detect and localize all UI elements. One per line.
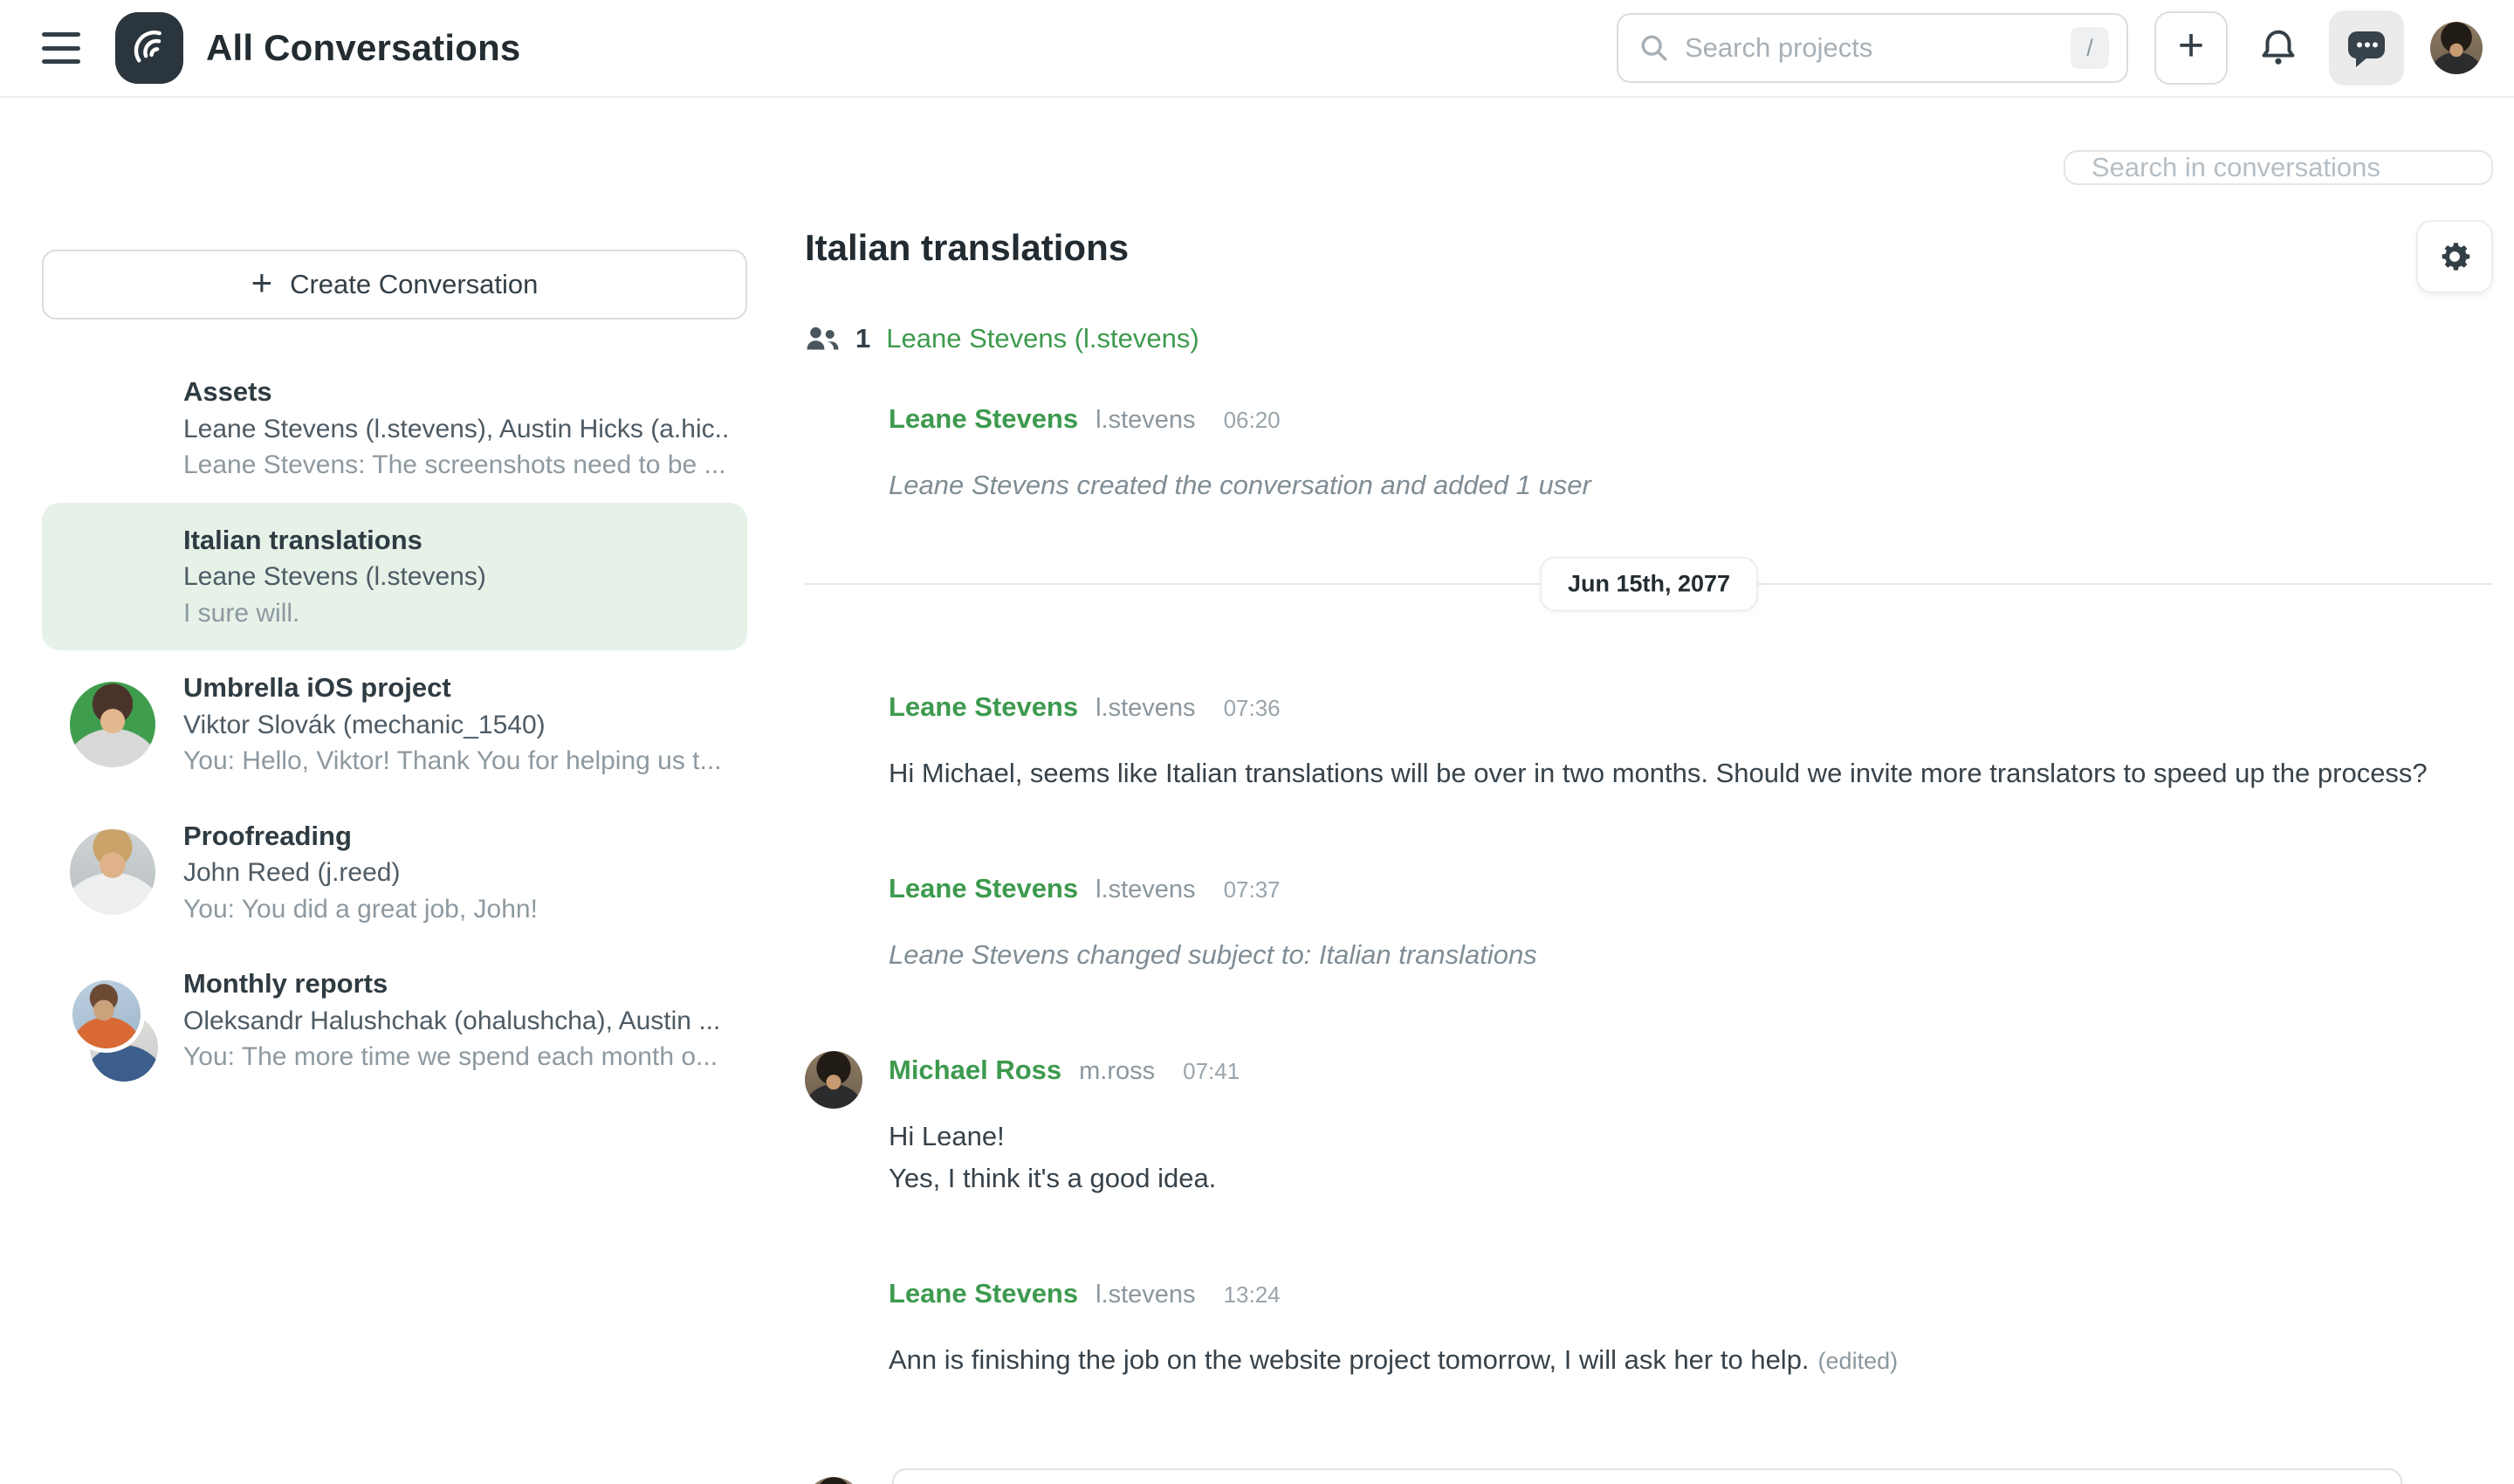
app-logo[interactable]: [115, 12, 183, 84]
chat-message: Leane Stevens l.stevens 06:20 Leane Stev…: [805, 400, 2493, 506]
message-avatar: [805, 1051, 862, 1109]
conversation-list-item[interactable]: Italian translations Leane Stevens (l.st…: [42, 503, 747, 651]
message-feed: Leane Stevens l.stevens 06:20 Leane Stev…: [805, 400, 2493, 1456]
search-in-conversations-input[interactable]: [2064, 150, 2493, 185]
conversation-participants: Viktor Slovák (mechanic_1540): [183, 707, 730, 743]
message-composer: [805, 1468, 2493, 1484]
conversation-last-message: Leane Stevens: The screenshots need to b…: [183, 447, 730, 483]
message-time: 06:20: [1224, 407, 1281, 434]
conversation-participants: Leane Stevens (l.stevens), Austin Hicks …: [183, 411, 730, 447]
page-title: All Conversations: [206, 27, 520, 69]
chat-bubble-icon[interactable]: [2329, 10, 2404, 86]
message-time: 07:36: [1224, 695, 1281, 722]
message-author-link[interactable]: Leane Stevens: [889, 1278, 1078, 1309]
chat-message: Michael Ross m.ross 07:41 Hi Leane!Yes, …: [805, 1051, 2493, 1199]
message-text: Hi Leane!: [889, 1116, 1240, 1158]
message-avatar: [805, 869, 862, 927]
message-text: Hi Michael, seems like Italian translati…: [889, 752, 2428, 794]
message-avatar: [805, 1274, 862, 1332]
keyboard-shortcut-hint: /: [2071, 27, 2109, 69]
people-icon: [805, 326, 840, 352]
chat-message: Leane Stevens l.stevens 07:36 Hi Michael…: [805, 688, 2493, 794]
conversations-sidebar: + Create Conversation Assets Leane Steve…: [0, 98, 747, 1484]
message-username: m.ross: [1079, 1057, 1155, 1086]
search-input[interactable]: [1685, 32, 2071, 64]
conversation-list-item[interactable]: Assets Leane Stevens (l.stevens), Austin…: [42, 354, 747, 503]
message-author-link[interactable]: Leane Stevens: [889, 873, 1078, 904]
send-arrow-icon[interactable]: [2432, 1468, 2493, 1484]
participant-link[interactable]: Leane Stevens (l.stevens): [886, 323, 1199, 354]
conversation-last-message: You: Hello, Viktor! Thank You for helpin…: [183, 743, 730, 779]
message-author-link[interactable]: Leane Stevens: [889, 403, 1078, 435]
message-author-link[interactable]: Leane Stevens: [889, 691, 1078, 723]
create-conversation-button[interactable]: + Create Conversation: [42, 250, 747, 319]
conversation-last-message: I sure will.: [183, 595, 730, 631]
participants-row: 1 Leane Stevens (l.stevens): [805, 323, 2493, 354]
add-button[interactable]: +: [2154, 11, 2228, 85]
message-author-link[interactable]: Michael Ross: [889, 1055, 1061, 1086]
conversation-list-item[interactable]: Umbrella iOS project Viktor Slovák (mech…: [42, 650, 747, 799]
message-avatar: [805, 400, 862, 457]
create-conversation-label: Create Conversation: [290, 269, 538, 300]
date-divider-label: Jun 15th, 2077: [1540, 557, 1758, 612]
conversation-avatar: [70, 978, 155, 1063]
conversation-title: Monthly reports: [183, 965, 730, 1003]
conversation-list-item[interactable]: Proofreading John Reed (j.reed) You: You…: [42, 799, 747, 947]
chat-panel: Italian translations 1 Leane Stevens (l.…: [747, 98, 2514, 1484]
top-header: All Conversations / +: [0, 0, 2514, 98]
conversation-list-item[interactable]: Monthly reports Oleksandr Halushchak (oh…: [42, 946, 747, 1095]
composer-avatar: [805, 1477, 862, 1484]
conversation-title: Proofreading: [183, 818, 730, 855]
conversation-title-heading: Italian translations: [805, 227, 1129, 269]
message-text: Ann is finishing the job on the website …: [889, 1339, 1898, 1381]
conversation-participants: John Reed (j.reed): [183, 855, 730, 890]
conversation-last-message: You: The more time we spend each month o…: [183, 1039, 730, 1075]
bell-icon[interactable]: [2254, 24, 2303, 72]
conversation-avatar: [70, 829, 155, 915]
conversation-last-message: You: You did a great job, John!: [183, 891, 730, 927]
plus-icon: +: [251, 283, 273, 286]
chat-message: Leane Stevens l.stevens 07:37 Leane Stev…: [805, 869, 2493, 976]
system-message-text: Leane Stevens changed subject to: Italia…: [889, 934, 1537, 976]
conversation-avatar: [70, 533, 155, 619]
system-message-text: Leane Stevens created the conversation a…: [889, 464, 1591, 506]
new-message-input[interactable]: [892, 1468, 2402, 1484]
projects-search[interactable]: /: [1617, 13, 2128, 83]
message-time: 13:24: [1224, 1281, 1281, 1309]
message-username: l.stevens: [1096, 694, 1195, 723]
conversation-list: Assets Leane Stevens (l.stevens), Austin…: [42, 354, 747, 1095]
conversation-participants: Oleksandr Halushchak (ohalushcha), Austi…: [183, 1003, 730, 1039]
chat-message: Leane Stevens l.stevens 13:24 Ann is fin…: [805, 1274, 2493, 1381]
message-avatar: [805, 688, 862, 745]
conversation-title: Umbrella iOS project: [183, 670, 730, 707]
conversation-avatar: [70, 386, 155, 471]
gear-icon[interactable]: [2416, 220, 2493, 293]
message-username: l.stevens: [1096, 406, 1195, 435]
message-text: Yes, I think it's a good idea.: [889, 1158, 1240, 1199]
date-divider: Jun 15th, 2077: [805, 583, 2493, 585]
hamburger-menu-icon[interactable]: [42, 32, 80, 64]
conversation-title: Assets: [183, 374, 730, 411]
conversation-participants: Leane Stevens (l.stevens): [183, 559, 730, 594]
conversation-avatar: [70, 682, 155, 767]
message-username: l.stevens: [1096, 876, 1195, 904]
participants-count: 1: [855, 323, 870, 354]
edited-label: (edited): [1818, 1348, 1899, 1374]
message-time: 07:41: [1183, 1058, 1240, 1085]
search-icon: [1639, 33, 1669, 63]
message-time: 07:37: [1224, 876, 1281, 903]
conversation-title: Italian translations: [183, 522, 730, 560]
message-username: l.stevens: [1096, 1281, 1195, 1309]
user-avatar[interactable]: [2430, 22, 2483, 74]
